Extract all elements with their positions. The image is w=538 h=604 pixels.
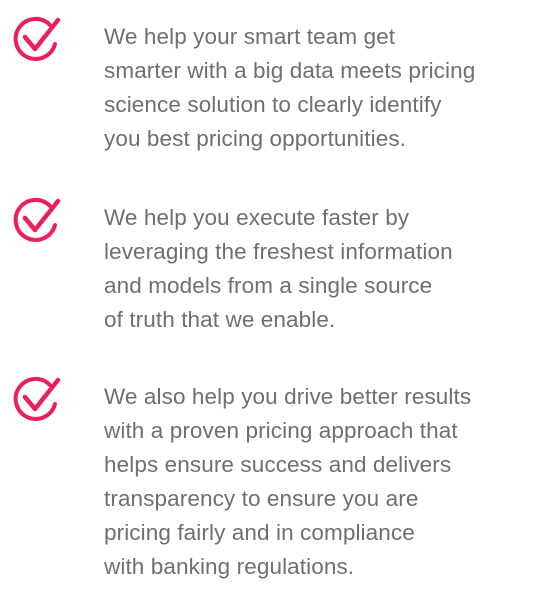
feature-text-line: science solution to clearly identify: [104, 92, 442, 117]
feature-text-line: We also help you drive better results: [104, 384, 472, 409]
checkmark-circle-icon: [10, 16, 62, 64]
feature-text-line: transparency to ensure you are: [104, 486, 419, 511]
feature-text-line: helps ensure success and delivers: [104, 452, 452, 477]
feature-text: We also help you drive better results wi…: [104, 380, 530, 584]
feature-text-line: with a proven pricing approach that: [104, 418, 458, 443]
feature-text-line: with banking regulations.: [104, 554, 355, 579]
feature-text-line: smarter with a big data meets pricing: [104, 58, 476, 83]
feature-text-line: We help you execute faster by: [104, 205, 410, 230]
feature-text-line: you best pricing opportunities.: [104, 126, 407, 151]
checkmark-circle-icon: [10, 376, 62, 424]
feature-text-line: We help your smart team get: [104, 24, 396, 49]
feature-list: We help your smart team get smarter with…: [0, 0, 538, 604]
feature-text: We help you execute faster by leveraging…: [104, 201, 530, 337]
feature-text-line: of truth that we enable.: [104, 307, 336, 332]
feature-text-line: and models from a single source: [104, 273, 433, 298]
feature-text: We help your smart team get smarter with…: [104, 20, 530, 156]
feature-text-line: pricing fairly and in compliance: [104, 520, 415, 545]
feature-text-line: leveraging the freshest information: [104, 239, 453, 264]
checkmark-circle-icon: [10, 197, 62, 245]
